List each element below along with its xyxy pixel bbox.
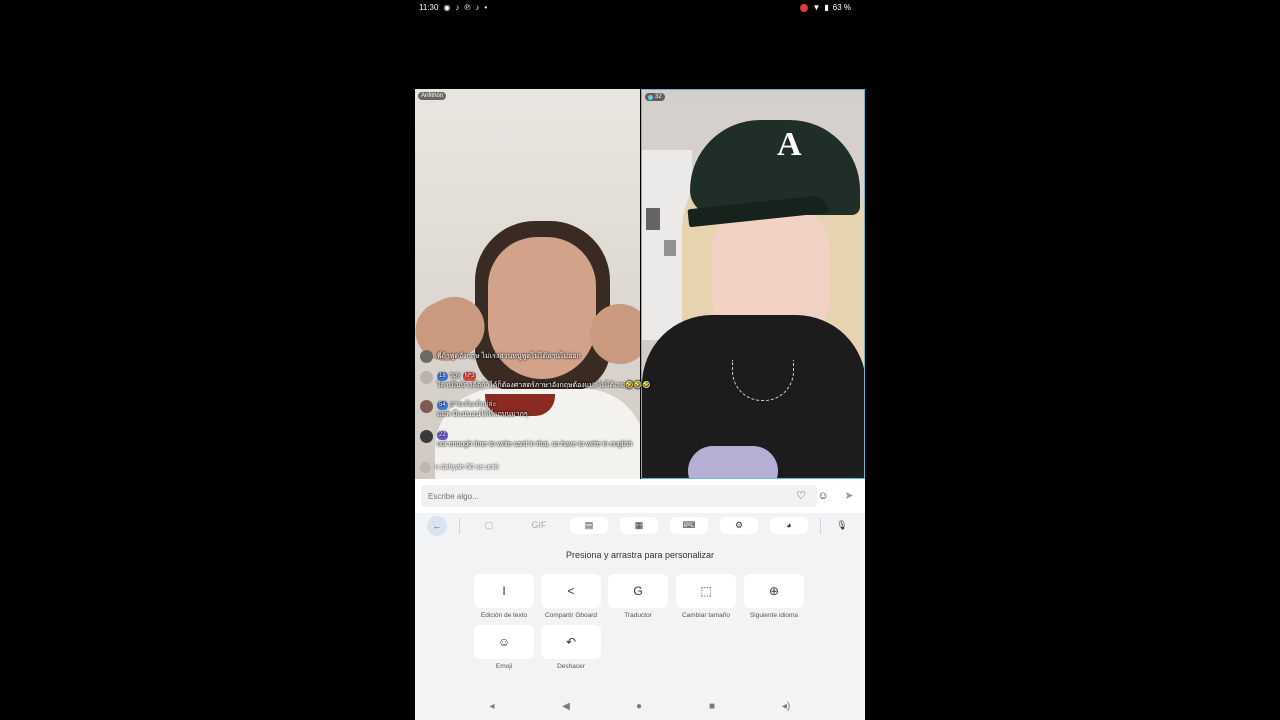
keyboard-icon[interactable]: ⌨ bbox=[670, 517, 708, 534]
chat-text: not enough time to write card in thai, s… bbox=[437, 441, 633, 448]
host-badge: Anfitrión bbox=[418, 92, 447, 100]
chat-message[interactable]: 18 spy Nº3 ใครเป็นบ้างคือถ้าได้ก็ต้องศาสตร… bbox=[420, 371, 651, 390]
join-text: n.dahyah-50 se unió bbox=[435, 464, 499, 471]
gboard-keyboard: ← ▢ GIF ▤ ▦ ⌨ ⚙ ◕ 🎙 Presiona y arrastra … bbox=[415, 513, 865, 720]
comment-bar: ♡ ☺ ➤ bbox=[415, 479, 865, 513]
text-edit-icon[interactable]: I bbox=[474, 574, 534, 608]
chat-username: spy bbox=[449, 372, 461, 379]
comment-input[interactable] bbox=[421, 485, 817, 507]
mic-icon[interactable]: 🎙 bbox=[833, 517, 851, 534]
tiktok-icon: ♪ bbox=[475, 3, 480, 12]
viewer-count: 32 bbox=[655, 94, 662, 100]
chat-text: ใครเป็นบ้างคือถ้าได้ก็ต้องศาสตร์ภาษาอังก… bbox=[437, 382, 652, 389]
level-badge: 22 bbox=[437, 431, 448, 440]
dot-icon: • bbox=[484, 3, 488, 12]
divider bbox=[820, 518, 821, 534]
chat-message[interactable]: 54 อายเด้อเต้อยู่ล่ะ แมพ มีแน่นอนได้ที่แก… bbox=[420, 400, 528, 419]
undo-icon[interactable]: ↶ bbox=[541, 625, 601, 659]
one-hand-icon[interactable]: ▦ bbox=[620, 517, 658, 534]
back-arrow-icon[interactable]: ← bbox=[427, 516, 447, 536]
resize-icon[interactable]: ⬚ bbox=[676, 574, 736, 608]
key-label: Siguiente idioma bbox=[749, 612, 799, 619]
avatar bbox=[420, 462, 431, 473]
chat-username: อายเด้อเต้อยู่ล่ะ bbox=[449, 401, 497, 408]
clock: 11:30 bbox=[419, 3, 439, 12]
tiktok-icon: ♪ bbox=[455, 3, 460, 12]
chat-text: แมพ มีแน่นอนได้ที่แกบนมากๆ bbox=[437, 411, 528, 418]
settings-icon[interactable]: ⚙ bbox=[720, 517, 758, 534]
chat-message[interactable]: 22 not enough time to write card in thai… bbox=[420, 430, 632, 449]
clipboard-icon[interactable]: ▤ bbox=[570, 517, 608, 534]
gif-button[interactable]: GIF bbox=[520, 517, 558, 534]
volume-down-icon[interactable]: ◂ bbox=[485, 700, 499, 714]
theme-icon[interactable]: ◕ bbox=[770, 517, 808, 534]
wall-poster bbox=[646, 208, 660, 230]
keyboard-toolbar: ← ▢ GIF ▤ ▦ ⌨ ⚙ ◕ 🎙 bbox=[415, 513, 865, 539]
home-icon[interactable]: ● bbox=[632, 700, 646, 714]
avatar bbox=[420, 400, 433, 413]
battery-level: 63 % bbox=[832, 3, 851, 12]
volume-up-icon[interactable]: ◂) bbox=[779, 700, 793, 714]
back-icon[interactable]: ◀ bbox=[559, 700, 573, 714]
location-icon: ◉ bbox=[443, 3, 451, 12]
avatar bbox=[420, 430, 433, 443]
live-video-area: Anfitrión A 32 bbox=[415, 89, 865, 479]
battery-icon: ▮ bbox=[824, 3, 829, 12]
divider bbox=[459, 518, 460, 534]
translate-icon[interactable]: G bbox=[608, 574, 668, 608]
viewer-count-badge: 32 bbox=[645, 93, 665, 101]
wall-poster bbox=[664, 240, 676, 256]
cap-logo: A bbox=[777, 126, 802, 163]
system-navbar: ◂ ◀ ● ■ ◂) bbox=[415, 694, 865, 720]
viewer-icon bbox=[648, 94, 653, 100]
customize-title: Presiona y arrastra para personalizar bbox=[565, 550, 715, 560]
rank-badge: Nº3 bbox=[462, 372, 477, 381]
recents-icon[interactable]: ■ bbox=[705, 700, 719, 714]
key-label: Deshacer bbox=[557, 663, 585, 670]
record-icon bbox=[800, 3, 809, 12]
wifi-icon: ▼ bbox=[812, 3, 821, 12]
status-bar: 11:30 ◉ ♪ ℗ ♪ • ▼ ▮ 63 % bbox=[415, 0, 865, 16]
chat-text: พี่ถ้าพูดอังกฤษ ไม่เร่งส่วนหนูพูดไม่ได้อ… bbox=[437, 353, 581, 360]
pinterest-icon: ℗ bbox=[464, 3, 471, 12]
level-badge: 18 bbox=[437, 372, 448, 381]
level-badge: 54 bbox=[437, 401, 448, 410]
chat-message[interactable]: พี่ถ้าพูดอังกฤษ ไม่เร่งส่วนหนูพูดไม่ได้อ… bbox=[420, 350, 581, 363]
heart-shield-icon[interactable]: ♡ bbox=[794, 489, 808, 503]
emoji-icon[interactable]: ☺ bbox=[816, 489, 830, 503]
emoji-icon[interactable]: ☺ bbox=[474, 625, 534, 659]
share-icon[interactable]: < bbox=[541, 574, 601, 608]
avatar bbox=[420, 371, 433, 384]
guest-microphone bbox=[688, 446, 778, 478]
sticker-icon[interactable]: ▢ bbox=[470, 517, 508, 534]
host-video[interactable]: Anfitrión bbox=[415, 89, 640, 479]
send-icon[interactable]: ➤ bbox=[842, 489, 856, 503]
globe-icon[interactable]: ⊕ bbox=[744, 574, 804, 608]
avatar bbox=[420, 350, 433, 363]
join-notice: n.dahyah-50 se unió bbox=[420, 462, 498, 473]
guest-video[interactable]: A 32 bbox=[641, 89, 865, 479]
